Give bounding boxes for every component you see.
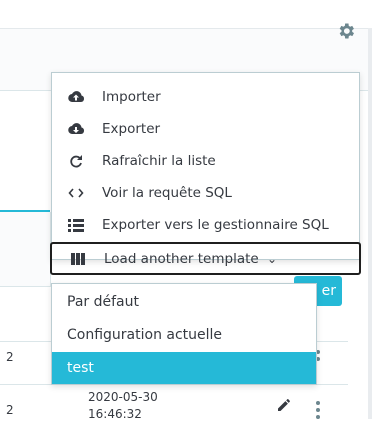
menu-item-label: Voir la requête SQL (102, 185, 232, 201)
filter-cell (0, 212, 51, 287)
row-date: 2020-05-30 (88, 390, 158, 404)
menu-item-label: Exporter (102, 121, 161, 137)
menu-item-import[interactable]: Importer (52, 82, 359, 112)
chevron-down-icon: ⌄ (267, 251, 278, 266)
columns-icon (69, 251, 87, 267)
row-id: 2 (6, 350, 14, 364)
menu-item-label: Importer (102, 89, 161, 105)
refresh-icon (67, 153, 85, 169)
menu-item-load-template[interactable]: Load another template ⌄ (50, 242, 361, 275)
code-icon (67, 185, 85, 201)
template-option-test[interactable]: test (52, 352, 316, 384)
cloud-download-icon (67, 121, 85, 137)
template-option-current[interactable]: Configuration actuelle (52, 319, 316, 351)
menu-item-view-sql[interactable]: Voir la requête SQL (52, 178, 359, 208)
row-time: 16:46:32 (88, 407, 142, 421)
menu-item-export-sql-manager[interactable]: Exporter vers le gestionnaire SQL (52, 210, 359, 240)
menu-item-label: Exporter vers le gestionnaire SQL (102, 217, 329, 233)
cloud-upload-icon (67, 89, 85, 105)
row-id: 2 (6, 403, 14, 417)
menu-item-refresh[interactable]: Rafraîchir la liste (52, 146, 359, 176)
template-option-default[interactable]: Par défaut (52, 286, 316, 318)
menu-item-label: Load another template ⌄ (104, 251, 277, 267)
gear-icon[interactable] (336, 21, 356, 41)
settings-dropdown-menu: Importer Exporter Rafraîchir la liste Vo… (50, 72, 361, 275)
menu-item-label: Rafraîchir la liste (102, 153, 216, 169)
list-icon (67, 217, 85, 233)
load-template-label: Load another template (104, 250, 259, 267)
scrollbar[interactable] (368, 28, 372, 419)
top-bar (0, 0, 372, 28)
template-list: Par défaut Configuration actuelle test (51, 283, 317, 385)
menu-item-export[interactable]: Exporter (52, 114, 359, 144)
edit-pencil-icon[interactable] (276, 397, 292, 413)
